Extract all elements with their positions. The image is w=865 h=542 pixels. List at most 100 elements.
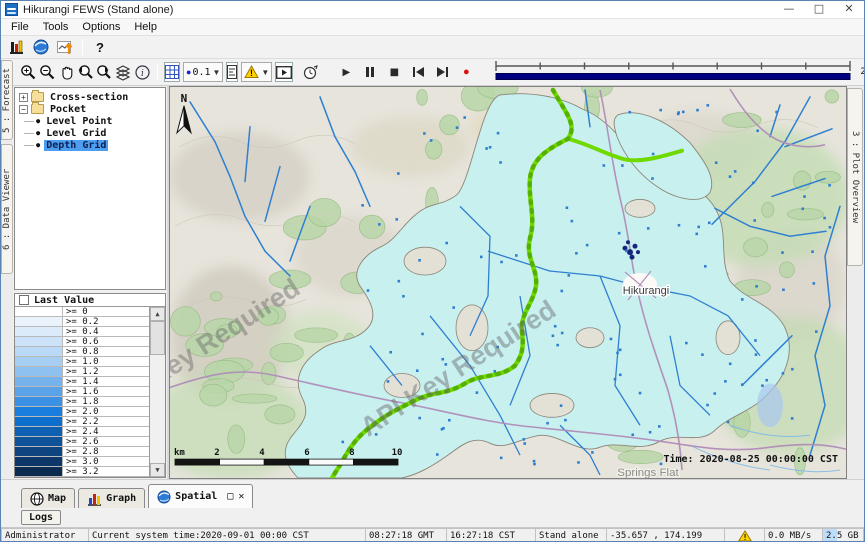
tree-item-pocket[interactable]: − Pocket bbox=[15, 103, 165, 115]
legend-swatch bbox=[15, 397, 63, 406]
area-label: Springs Flat bbox=[617, 467, 679, 478]
legend-panel: Last Value >= 0 >= 0.2 >= 0.4 >= 0.6 >= … bbox=[14, 293, 166, 478]
svg-text:i: i bbox=[141, 69, 144, 79]
left-dock-strip: 5 : Forecast 6 : Data Viewer bbox=[1, 86, 13, 479]
zoom-out-icon[interactable] bbox=[39, 62, 56, 82]
skip-to-start-button[interactable] bbox=[408, 62, 428, 82]
pause-button[interactable] bbox=[360, 62, 380, 82]
status-gmt-time: 08:27:18 GMT bbox=[365, 528, 446, 542]
info-icon[interactable]: i bbox=[134, 62, 151, 82]
legend-scrollbar[interactable]: ▲ ▼ bbox=[150, 307, 165, 477]
skip-to-end-button[interactable] bbox=[432, 62, 452, 82]
scroll-track[interactable] bbox=[150, 321, 165, 463]
help-button[interactable]: ? bbox=[88, 40, 112, 55]
legend-panel-icon[interactable] bbox=[226, 62, 238, 82]
tab-plot-overview[interactable]: 3 : Plot Overview bbox=[847, 88, 863, 266]
maximize-button[interactable]: □ bbox=[804, 1, 834, 18]
legend-row: >= 0.6 bbox=[15, 337, 149, 347]
map-display-globe-icon[interactable] bbox=[30, 37, 52, 57]
time-slider[interactable] bbox=[492, 60, 854, 85]
grid-display-icon[interactable] bbox=[164, 62, 180, 82]
legend-swatch bbox=[15, 447, 63, 456]
last-value-row: Last Value bbox=[15, 294, 165, 306]
town-label: Hikurangi bbox=[623, 285, 669, 297]
grid-threshold-dropdown[interactable]: ● 0.1 ▼ bbox=[183, 62, 223, 82]
warning-triangle-icon: ! bbox=[244, 65, 259, 79]
time-span-bar bbox=[496, 73, 850, 79]
layers-icon[interactable] bbox=[115, 62, 132, 82]
timeseries-dialog-icon[interactable] bbox=[54, 37, 76, 57]
scroll-down-icon[interactable]: ▼ bbox=[150, 463, 165, 477]
left-panel: + Cross-section − Pocket ● Level Point ● bbox=[13, 86, 169, 479]
expand-icon[interactable]: + bbox=[19, 93, 28, 102]
restore-pane-icon[interactable]: □ bbox=[227, 491, 233, 502]
play-button[interactable]: ▶ bbox=[336, 62, 356, 82]
zoom-previous-icon[interactable] bbox=[77, 62, 94, 82]
tree-item-depth-grid[interactable]: ● Depth Grid bbox=[15, 139, 165, 151]
minimize-button[interactable]: — bbox=[774, 1, 804, 18]
legend-row: >= 2.6 bbox=[15, 437, 149, 447]
tab-map[interactable]: Map bbox=[21, 488, 75, 508]
status-memory: 2.5 GB bbox=[822, 528, 864, 542]
tab-forecast[interactable]: 5 : Forecast bbox=[1, 60, 13, 140]
scroll-thumb[interactable] bbox=[150, 321, 165, 355]
legend-row: >= 3.0 bbox=[15, 457, 149, 467]
menu-tools[interactable]: Tools bbox=[36, 20, 76, 34]
toolbar-separator bbox=[82, 39, 83, 55]
database-viewer-icon[interactable] bbox=[6, 37, 28, 57]
tree-item-label: Cross-section bbox=[48, 92, 130, 103]
tree-item-level-grid[interactable]: ● Level Grid bbox=[15, 127, 165, 139]
tab-graph[interactable]: Graph bbox=[78, 488, 145, 508]
app-logo-icon bbox=[5, 3, 18, 16]
legend-swatch bbox=[15, 407, 63, 416]
map-viewport[interactable]: API Key Required API Key Required N km bbox=[169, 86, 847, 479]
tab-data-viewer[interactable]: 6 : Data Viewer bbox=[1, 144, 13, 274]
menu-options[interactable]: Options bbox=[75, 20, 127, 34]
main-content: 5 : Forecast 6 : Data Viewer + Cross-sec… bbox=[1, 86, 864, 479]
status-coordinates: -35.657 , 174.199 bbox=[606, 528, 724, 542]
legend-table: >= 0 >= 0.2 >= 0.4 >= 0.6 >= 0.8 >= 1.0 … bbox=[15, 306, 165, 477]
tree-guide bbox=[24, 145, 34, 146]
tree-item-label: Level Point bbox=[44, 116, 114, 127]
tree-item-level-point[interactable]: ● Level Point bbox=[15, 115, 165, 127]
stop-button[interactable]: ■ bbox=[384, 62, 404, 82]
chevron-down-icon: ▼ bbox=[261, 68, 269, 77]
threshold-value: 0.1 bbox=[192, 67, 210, 78]
blue-globe-icon bbox=[157, 490, 171, 504]
svg-text:!: ! bbox=[250, 68, 253, 78]
pan-hand-icon[interactable] bbox=[58, 62, 75, 82]
scroll-up-icon[interactable]: ▲ bbox=[150, 307, 165, 321]
toolbar-separator bbox=[157, 64, 158, 80]
svg-text:8: 8 bbox=[349, 448, 354, 458]
menu-file[interactable]: File bbox=[4, 20, 36, 34]
last-value-checkbox[interactable] bbox=[19, 295, 29, 305]
map-canvas[interactable]: API Key Required API Key Required N km bbox=[170, 87, 846, 478]
current-timestep: 2020-08-25 00:00:00 CST bbox=[860, 67, 865, 77]
wireframe-globe-icon bbox=[30, 492, 44, 506]
zoom-next-icon[interactable] bbox=[96, 62, 113, 82]
record-button[interactable]: ● bbox=[456, 62, 476, 82]
legend-swatch bbox=[15, 347, 63, 356]
svg-text:N: N bbox=[181, 92, 188, 105]
logs-button[interactable]: Logs bbox=[21, 510, 61, 525]
status-warning-cell[interactable]: ! bbox=[724, 528, 764, 542]
tab-graph-label: Graph bbox=[106, 493, 136, 504]
profile-timer-icon[interactable] bbox=[302, 62, 319, 82]
warning-triangle-icon: ! bbox=[738, 530, 752, 542]
zoom-in-icon[interactable] bbox=[20, 62, 37, 82]
folder-icon bbox=[31, 92, 44, 102]
close-pane-icon[interactable]: ✕ bbox=[238, 491, 244, 502]
legend-row: >= 1.0 bbox=[15, 357, 149, 367]
map-time-overlay: Time: 2020-08-25 00:00:00 CST bbox=[663, 453, 838, 465]
collapse-icon[interactable]: − bbox=[19, 105, 28, 114]
close-button[interactable]: ✕ bbox=[834, 1, 864, 18]
legend-swatch bbox=[15, 377, 63, 386]
warnings-dropdown[interactable]: ! ▼ bbox=[241, 62, 272, 82]
legend-row: >= 0.4 bbox=[15, 327, 149, 337]
tab-spatial[interactable]: Spatial □ ✕ bbox=[148, 484, 253, 508]
menu-help[interactable]: Help bbox=[127, 20, 164, 34]
legend-swatch bbox=[15, 437, 63, 446]
status-user: Administrator bbox=[1, 528, 88, 542]
logs-row: Logs bbox=[1, 508, 864, 527]
animation-window-icon[interactable] bbox=[275, 62, 293, 82]
